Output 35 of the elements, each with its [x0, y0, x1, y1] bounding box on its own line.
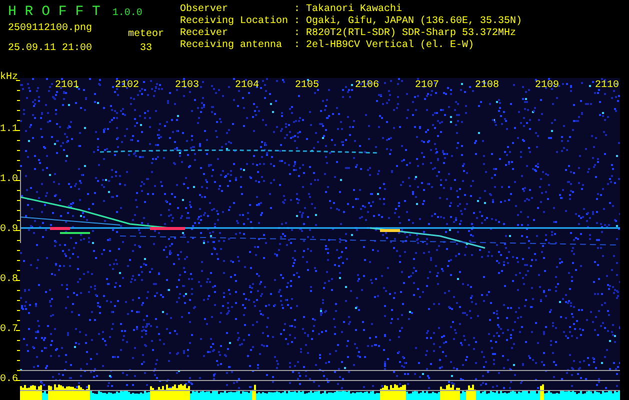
y-axis-label: 1.0 — [0, 174, 18, 186]
info-label: Receiving antenna — [180, 40, 284, 52]
x-axis-label: 2110 — [594, 80, 619, 92]
x-axis-label: 2101 — [54, 80, 79, 92]
y-axis-label: 0.6 — [0, 374, 18, 386]
x-axis-label: 2109 — [534, 80, 559, 92]
x-axis-label: 2108 — [474, 80, 499, 92]
x-axis-label: 2105 — [294, 80, 319, 92]
info-value: Ogaki, Gifu, JAPAN (136.60E, 35.35N) — [306, 16, 522, 28]
info-value: 2el-HB9CV Vertical (el. E-W) — [306, 40, 474, 52]
app-title: H R O F F T — [8, 4, 100, 20]
info-label: Receiving Location — [180, 16, 290, 28]
info-value: R820T2(RTL-SDR) SDR-Sharp 53.372MHz — [306, 28, 516, 40]
y-axis-label: 1.1 — [0, 124, 18, 136]
y-axis-label: 0.8 — [0, 274, 18, 286]
info-separator: : — [294, 28, 302, 40]
meteor-count: 33 — [140, 43, 152, 55]
info-label: Receiver — [180, 28, 230, 40]
app-version: 1.0.0 — [112, 8, 142, 20]
file-name: 2509112100.png — [8, 23, 92, 35]
timestamp: 25.09.11 21:00 — [8, 43, 92, 55]
y-axis-label: 0.7 — [0, 324, 18, 336]
x-axis-label: 2103 — [174, 80, 199, 92]
x-axis-label: 2104 — [234, 80, 259, 92]
info-separator: : — [294, 4, 302, 16]
axis-unit: kHz — [0, 72, 18, 84]
x-axis-label: 2106 — [354, 80, 379, 92]
info-label: Observer — [180, 4, 230, 16]
info-separator: : — [294, 16, 302, 28]
info-separator: : — [294, 40, 302, 52]
info-value: Takanori Kawachi — [306, 4, 402, 16]
x-axis-label: 2102 — [114, 80, 139, 92]
meteor-label: meteor — [128, 29, 164, 41]
y-axis-label: 0.9 — [0, 224, 18, 236]
x-axis-label: 2107 — [414, 80, 439, 92]
